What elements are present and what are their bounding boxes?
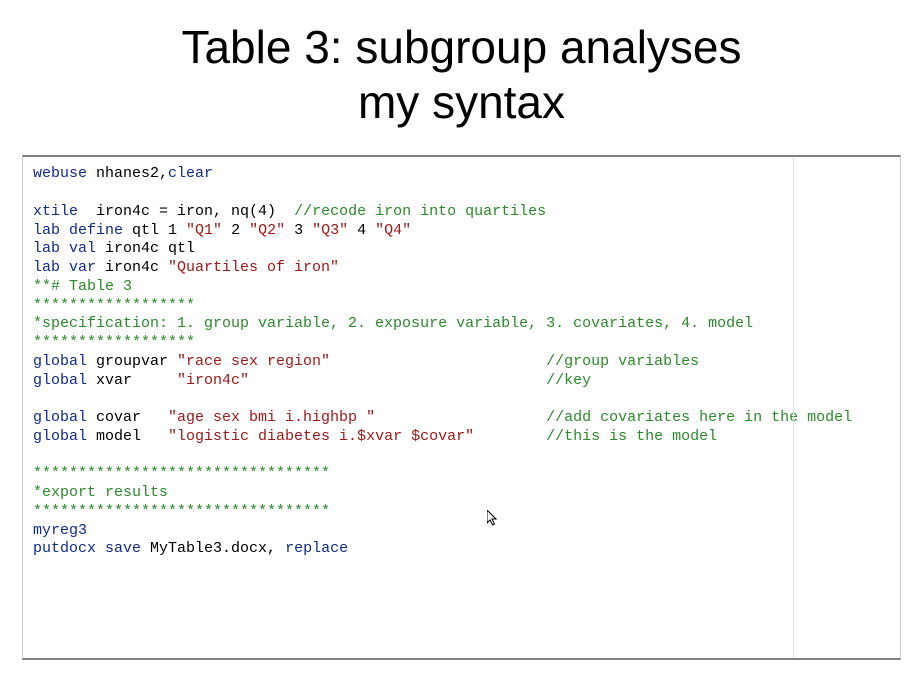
comment-spec: *specification: 1. group variable, 2. ex… xyxy=(33,315,753,332)
title-line-1: Table 3: subgroup analyses xyxy=(181,21,741,73)
comment-divider: ********************************* xyxy=(33,503,330,520)
keyword-webuse: webuse xyxy=(33,165,96,182)
comment-export: *export results xyxy=(33,484,168,501)
comment: //recode iron into quartiles xyxy=(294,203,546,220)
comment-divider: ********************************* xyxy=(33,465,330,482)
string-literal: "iron4c" xyxy=(177,372,249,389)
code-text: iron4c qtl xyxy=(105,240,195,257)
comment-header: **# Table 3 xyxy=(33,278,132,295)
comment: //group variables xyxy=(546,353,699,370)
code-text: iron4c = iron, nq(4) xyxy=(96,203,294,220)
code-text: covar xyxy=(96,409,168,426)
comment-divider: ****************** xyxy=(33,334,195,351)
code-text: xvar xyxy=(96,372,177,389)
keyword-lab-define: lab define xyxy=(33,222,132,239)
code-text: MyTable3.docx, xyxy=(150,540,285,557)
string-literal: "Q2" xyxy=(249,222,285,239)
editor-margin-line xyxy=(793,157,794,658)
comment: //key xyxy=(546,372,591,389)
code-pad xyxy=(375,409,546,426)
keyword-global: global xyxy=(33,353,96,370)
code-text: 4 xyxy=(348,222,375,239)
code-text: iron4c xyxy=(105,259,168,276)
keyword-xtile: xtile xyxy=(33,203,96,220)
title-line-2: my syntax xyxy=(358,76,565,128)
string-literal: "race sex region" xyxy=(177,353,330,370)
code-text: 3 xyxy=(285,222,312,239)
code-text: model xyxy=(96,428,168,445)
string-literal: "age sex bmi i.highbp " xyxy=(168,409,375,426)
string-literal: "Q1" xyxy=(186,222,222,239)
keyword-global: global xyxy=(33,372,96,389)
string-literal: "Q3" xyxy=(312,222,348,239)
comment-divider: ****************** xyxy=(33,297,195,314)
string-literal: "Quartiles of iron" xyxy=(168,259,339,276)
slide-title: Table 3: subgroup analyses my syntax xyxy=(0,0,923,140)
string-literal: "Q4" xyxy=(375,222,411,239)
code-pad xyxy=(474,428,546,445)
keyword-myreg3: myreg3 xyxy=(33,522,87,539)
keyword-replace: replace xyxy=(285,540,348,557)
code-editor-pane: webuse nhanes2,clear xtile iron4c = iron… xyxy=(22,155,901,660)
keyword-lab-val: lab val xyxy=(33,240,105,257)
comment: //add covariates here in the model xyxy=(546,409,852,426)
code-block: webuse nhanes2,clear xtile iron4c = iron… xyxy=(33,165,890,559)
code-pad xyxy=(249,372,546,389)
comment: //this is the model xyxy=(546,428,717,445)
keyword-putdocx: putdocx save xyxy=(33,540,150,557)
keyword-global: global xyxy=(33,428,96,445)
keyword-global: global xyxy=(33,409,96,426)
code-text: qtl 1 xyxy=(132,222,186,239)
code-text: groupvar xyxy=(96,353,177,370)
code-text: nhanes2, xyxy=(96,165,168,182)
string-literal: "logistic diabetes i.$xvar $covar" xyxy=(168,428,474,445)
keyword-lab-var: lab var xyxy=(33,259,105,276)
code-pad xyxy=(330,353,546,370)
code-text: 2 xyxy=(222,222,249,239)
keyword-clear: clear xyxy=(168,165,213,182)
